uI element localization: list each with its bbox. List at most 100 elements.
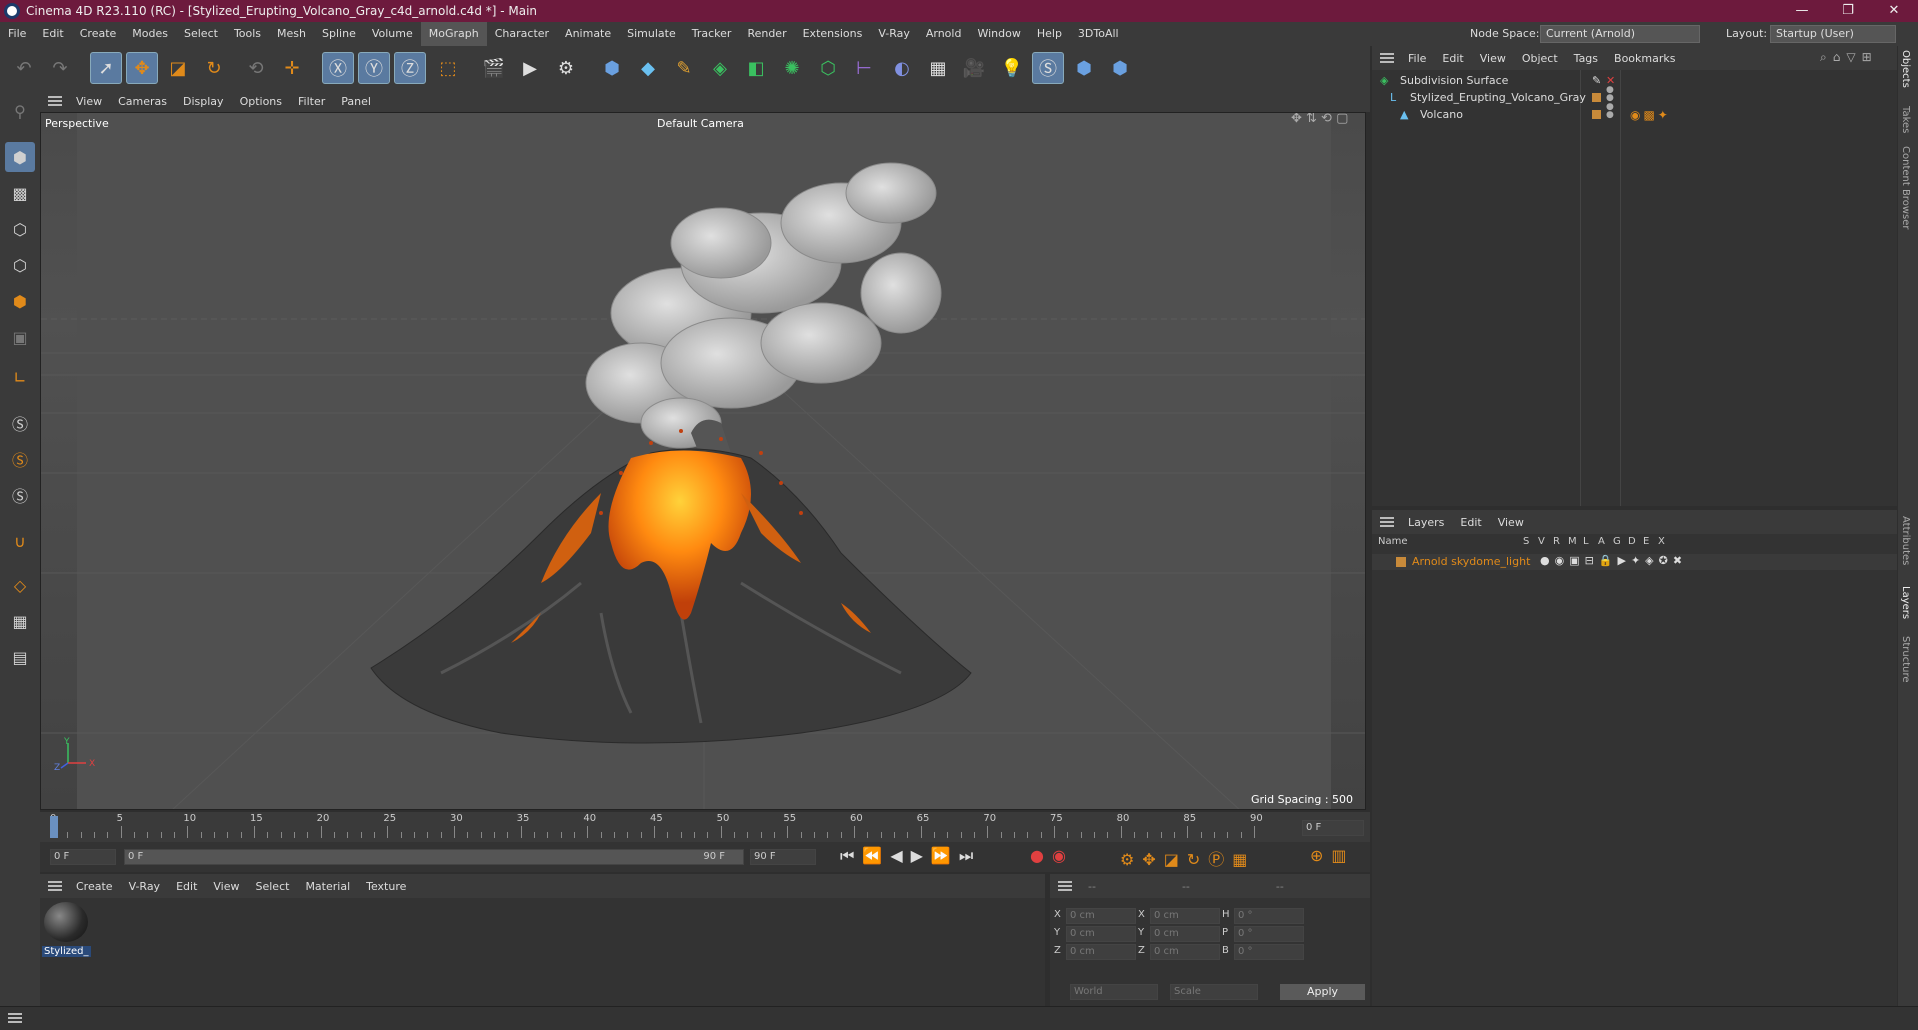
- uv-mode-icon[interactable]: ▣: [5, 322, 35, 352]
- tab-attributes[interactable]: Attributes: [1900, 516, 1911, 565]
- redo-icon[interactable]: ↷: [44, 52, 76, 84]
- hamburger-icon[interactable]: [48, 881, 62, 891]
- python-icon[interactable]: ⬢: [596, 52, 628, 84]
- layer-toggles-icons[interactable]: ●◉▣⊟🔒▶✦◈✪✖: [1540, 554, 1687, 567]
- viewport-3d[interactable]: Perspective Default Camera Grid Spacing …: [40, 112, 1366, 810]
- timeline-options-icon[interactable]: ⊕▥: [1310, 846, 1355, 865]
- layout-select[interactable]: Startup (User): [1770, 25, 1896, 43]
- tab-layers[interactable]: Layers: [1900, 586, 1911, 619]
- layers-menu-view[interactable]: View: [1490, 516, 1532, 529]
- timeline-playhead[interactable]: [50, 816, 58, 838]
- coord-field[interactable]: 0 cm: [1150, 926, 1220, 942]
- material-menu-view[interactable]: View: [205, 880, 247, 893]
- render-settings-icon[interactable]: ⚙: [550, 52, 582, 84]
- render-view-icon[interactable]: 🎬: [478, 52, 510, 84]
- visibility-dots-icon[interactable]: ● ●: [1606, 86, 1614, 103]
- tab-takes[interactable]: Takes: [1900, 106, 1911, 133]
- grid-icon[interactable]: ▦: [5, 606, 35, 636]
- objects-menu-file[interactable]: File: [1400, 52, 1434, 65]
- axis-mode-icon[interactable]: ∟: [5, 362, 35, 392]
- coord-field[interactable]: 0 cm: [1066, 944, 1136, 960]
- recent-tools-icon[interactable]: ⟲: [240, 52, 272, 84]
- polygons-mode-icon[interactable]: ⬢: [5, 286, 35, 316]
- menu-create[interactable]: Create: [72, 22, 125, 46]
- make-editable-icon[interactable]: ⚲: [5, 96, 35, 126]
- quantize-icon[interactable]: ▤: [5, 642, 35, 672]
- floor-icon[interactable]: ▦: [922, 52, 954, 84]
- menu-modes[interactable]: Modes: [124, 22, 176, 46]
- objects-menu-object[interactable]: Object: [1514, 52, 1566, 65]
- subdivision-icon[interactable]: ◈: [704, 52, 736, 84]
- material-tags-icon[interactable]: ◉▩✦: [1630, 106, 1671, 124]
- coord-field[interactable]: 0 °: [1234, 926, 1304, 942]
- light-icon[interactable]: 💡: [996, 52, 1028, 84]
- minimize-button[interactable]: —: [1780, 0, 1824, 22]
- layers-menu-edit[interactable]: Edit: [1452, 516, 1489, 529]
- camera-icon[interactable]: 🎥: [958, 52, 990, 84]
- menu-vray[interactable]: V-Ray: [870, 22, 918, 46]
- layer-color-swatch[interactable]: [1396, 557, 1406, 567]
- keyframe-tools-icon[interactable]: ⚙✥◪↻Ⓟ▦: [1120, 846, 1255, 870]
- current-frame-field[interactable]: 0 F: [1302, 820, 1364, 836]
- start-frame-field[interactable]: 0 F: [50, 849, 116, 865]
- world-select[interactable]: World: [1070, 984, 1158, 1000]
- end-frame-field[interactable]: 90 F: [750, 849, 816, 865]
- close-button[interactable]: ✕: [1872, 0, 1916, 22]
- material-menu-create[interactable]: Create: [68, 880, 121, 893]
- viewport-menu-options[interactable]: Options: [232, 95, 290, 108]
- x-axis-icon[interactable]: Ⓧ: [322, 52, 354, 84]
- menu-animate[interactable]: Animate: [557, 22, 619, 46]
- hamburger-icon[interactable]: [1380, 53, 1394, 63]
- record-icon[interactable]: ●◉: [1030, 846, 1074, 865]
- menu-help[interactable]: Help: [1029, 22, 1070, 46]
- render-picture-viewer-icon[interactable]: ▶: [514, 52, 546, 84]
- y-axis-icon[interactable]: Ⓨ: [358, 52, 390, 84]
- menu-tracker[interactable]: Tracker: [684, 22, 740, 46]
- menu-edit[interactable]: Edit: [34, 22, 71, 46]
- python-script-icon[interactable]: ⬢: [1068, 52, 1100, 84]
- hamburger-icon[interactable]: [1380, 517, 1394, 527]
- material-menu-select[interactable]: Select: [248, 880, 298, 893]
- pen-icon[interactable]: ✎: [668, 52, 700, 84]
- move-icon[interactable]: ✥: [126, 52, 158, 84]
- coord-field[interactable]: 0 cm: [1150, 944, 1220, 960]
- menu-render[interactable]: Render: [739, 22, 794, 46]
- visibility-dots-icon[interactable]: ● ●: [1606, 103, 1614, 120]
- objects-menu-edit[interactable]: Edit: [1434, 52, 1471, 65]
- material-menu-vray[interactable]: V-Ray: [121, 880, 169, 893]
- mograph-icon[interactable]: ⬡: [812, 52, 844, 84]
- menu-tools[interactable]: Tools: [226, 22, 269, 46]
- menu-spline[interactable]: Spline: [314, 22, 364, 46]
- cloner-icon[interactable]: ✺: [776, 52, 808, 84]
- timeline-ruler[interactable]: 051015202530354045505560657075808590 0 F: [40, 812, 1370, 842]
- object-row[interactable]: ◈Subdivision Surface●●✎✕: [1372, 72, 1897, 90]
- cube-icon[interactable]: ◆: [632, 52, 664, 84]
- hamburger-icon[interactable]: [8, 1013, 22, 1023]
- z-axis-icon[interactable]: Ⓩ: [394, 52, 426, 84]
- playback-controls-icon[interactable]: ⏮⏪◀▶⏩⏭: [840, 846, 981, 866]
- tab-content-browser[interactable]: Content Browser: [1900, 146, 1911, 229]
- field-icon[interactable]: ◐: [886, 52, 918, 84]
- viewport-menu-view[interactable]: View: [68, 95, 110, 108]
- node-space-select[interactable]: Current (Arnold): [1540, 25, 1700, 43]
- layer-swatch[interactable]: [1592, 110, 1601, 119]
- live-select-icon[interactable]: ➚: [90, 52, 122, 84]
- menu-file[interactable]: File: [0, 22, 34, 46]
- points-mode-icon[interactable]: ⬡: [5, 214, 35, 244]
- extrude-icon[interactable]: ◧: [740, 52, 772, 84]
- menu-volume[interactable]: Volume: [364, 22, 421, 46]
- hamburger-icon[interactable]: [1058, 881, 1072, 891]
- material-menu-material[interactable]: Material: [297, 880, 358, 893]
- scale-icon[interactable]: ◪: [162, 52, 194, 84]
- add-tool-icon[interactable]: ✛: [276, 52, 308, 84]
- maximize-button[interactable]: ❐: [1826, 0, 1870, 22]
- menu-window[interactable]: Window: [969, 22, 1028, 46]
- edges-mode-icon[interactable]: ⬡: [5, 250, 35, 280]
- tab-objects[interactable]: Objects: [1900, 50, 1911, 88]
- object-name[interactable]: Subdivision Surface: [1400, 72, 1508, 90]
- preview-range-slider[interactable]: 0 F 90 F: [124, 849, 744, 865]
- undo-icon[interactable]: ↶: [8, 52, 40, 84]
- rotate-icon[interactable]: ↻: [198, 52, 230, 84]
- menu-3dtoall[interactable]: 3DToAll: [1070, 22, 1127, 46]
- coord-field[interactable]: 0 cm: [1150, 908, 1220, 924]
